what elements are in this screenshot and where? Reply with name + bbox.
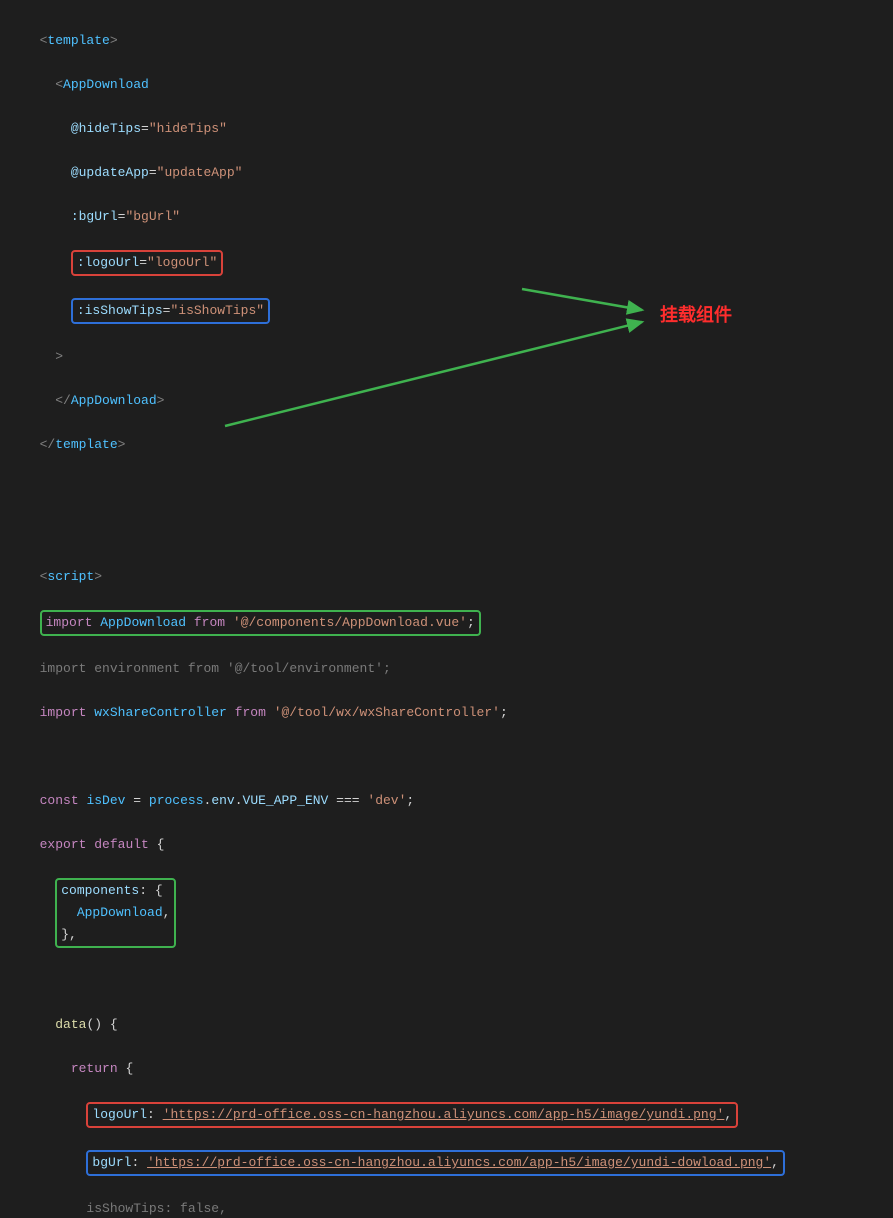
code-line: data() { — [24, 1014, 893, 1036]
code-line: bgUrl: 'https://prd-office.oss-cn-hangzh… — [24, 1150, 893, 1176]
code-line: :logoUrl="logoUrl" — [24, 250, 893, 276]
code-line: <AppDownload — [24, 74, 893, 96]
code-editor[interactable]: <template> <AppDownload @hideTips="hideT… — [0, 0, 893, 1218]
code-line: :isShowTips="isShowTips" — [24, 298, 893, 324]
code-line: > — [24, 346, 893, 368]
code-line — [24, 970, 893, 992]
code-line: return { — [24, 1058, 893, 1080]
code-line: @updateApp="updateApp" — [24, 162, 893, 184]
code-line: isShowTips: false, — [24, 1198, 893, 1218]
code-line: import AppDownload from '@/components/Ap… — [24, 610, 893, 636]
code-line: <script> — [24, 566, 893, 588]
code-line: components: { AppDownload,}, — [24, 878, 893, 948]
code-line: </AppDownload> — [24, 390, 893, 412]
highlight-components-block: components: { AppDownload,}, — [55, 878, 176, 948]
code-line: :bgUrl="bgUrl" — [24, 206, 893, 228]
code-line — [24, 478, 893, 500]
highlight-import-line: import AppDownload from '@/components/Ap… — [40, 610, 481, 636]
highlight-isShowTips-attr: :isShowTips="isShowTips" — [71, 298, 270, 324]
code-line: <template> — [24, 30, 893, 52]
code-line: import environment from '@/tool/environm… — [24, 658, 893, 680]
code-line: </template> — [24, 434, 893, 456]
code-line — [24, 746, 893, 768]
code-line: @hideTips="hideTips" — [24, 118, 893, 140]
annotation-label: 挂载组件 — [660, 304, 732, 326]
code-line — [24, 522, 893, 544]
code-line: export default { — [24, 834, 893, 856]
code-line: logoUrl: 'https://prd-office.oss-cn-hang… — [24, 1102, 893, 1128]
highlight-logoUrl-attr: :logoUrl="logoUrl" — [71, 250, 223, 276]
code-line: const isDev = process.env.VUE_APP_ENV ==… — [24, 790, 893, 812]
highlight-bgUrl-data: bgUrl: 'https://prd-office.oss-cn-hangzh… — [86, 1150, 785, 1176]
highlight-logoUrl-data: logoUrl: 'https://prd-office.oss-cn-hang… — [86, 1102, 738, 1128]
code-line: import wxShareController from '@/tool/wx… — [24, 702, 893, 724]
